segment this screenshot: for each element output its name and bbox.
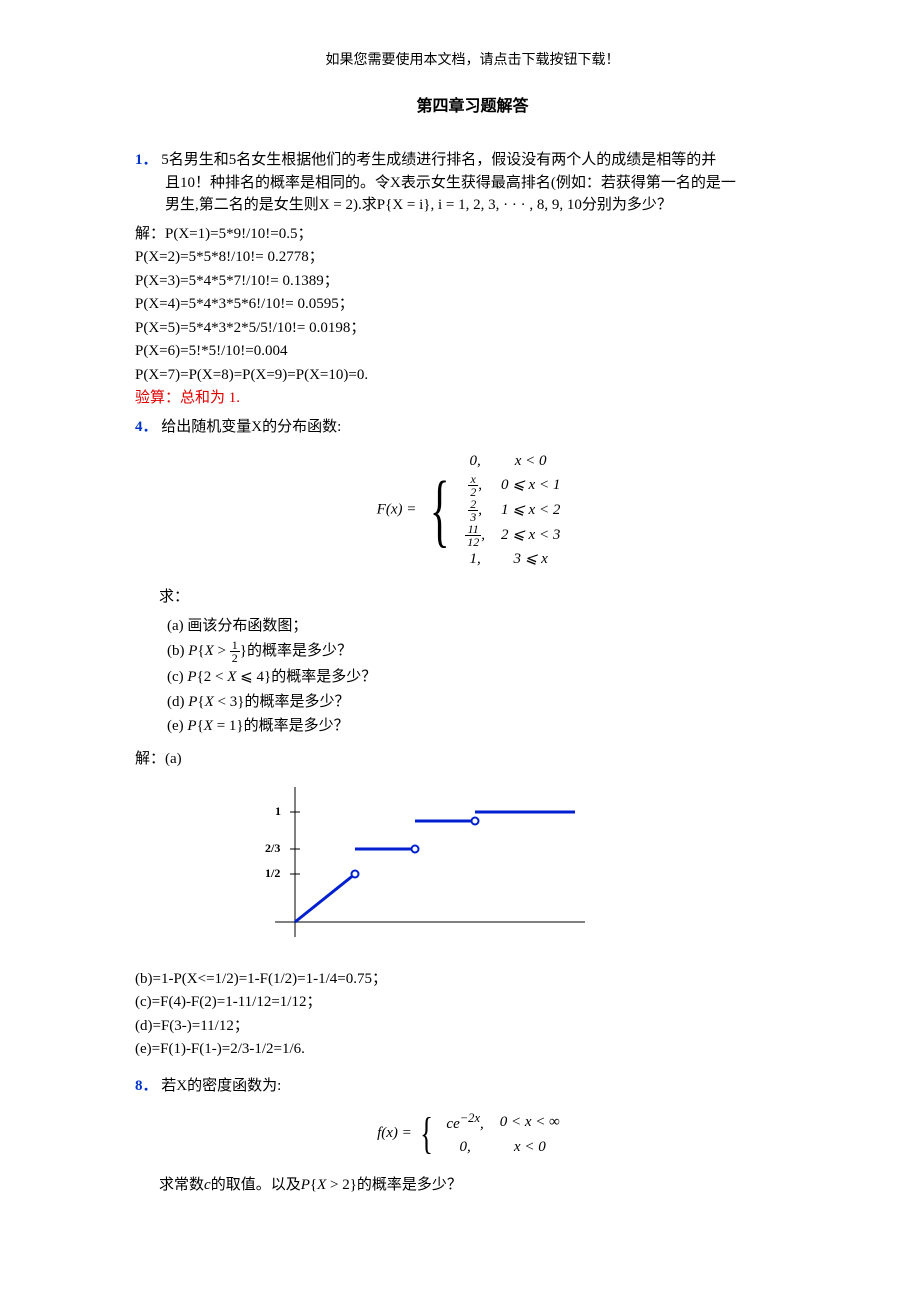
sub-item: (d) P{X < 3}的概率是多少？ <box>167 691 810 714</box>
solution-line: (b)=1-P(X<=1/2)=1-F(1/2)=1-1/4=0.75； <box>135 968 810 991</box>
solution-line: P(X=3)=5*4*5*7!/10!= 0.1389； <box>135 270 810 293</box>
solution-line: (d)=F(3-)=11/12； <box>135 1015 810 1038</box>
y-tick-label: 1 <box>275 804 281 818</box>
problem-1: 1． 5名男生和5名女生根据他们的考生成绩进行排名，假设没有两个人的成绩是相等的… <box>135 149 810 217</box>
solution-line: P(X=2)=5*5*8!/10!= 0.2778； <box>135 246 810 269</box>
problem-text-line: 5名男生和5名女生根据他们的考生成绩进行排名，假设没有两个人的成绩是相等的并 <box>161 152 716 168</box>
solution-line: (e)=F(1)-F(1-)=2/3-1/2=1/6. <box>135 1038 810 1061</box>
solution-line: P(X=7)=P(X=8)=P(X=9)=P(X=10)=0. <box>135 364 810 387</box>
solution-line: P(X=4)=5*4*3*5*6!/10!= 0.0595； <box>135 293 810 316</box>
y-tick-label: 1/2 <box>265 866 280 880</box>
problem-number: 8． <box>135 1078 158 1094</box>
header-note: 如果您需要使用本文档，请点击下载按钮下载！ <box>135 50 810 71</box>
sub-item: (a) 画该分布函数图； <box>167 615 810 638</box>
ask-label: 求： <box>159 586 810 609</box>
problem-text-line: 且10！种排名的概率是相同的。令X表示女生获得最高排名(例如：若获得第一名的是一 <box>165 175 736 191</box>
brace-icon: { <box>420 1112 433 1156</box>
problem-text-line: 给出随机变量X的分布函数: <box>161 419 341 435</box>
solution-line: P(X=6)=5!*5!/10!=0.004 <box>135 340 810 363</box>
function-label: f(x) = <box>377 1125 415 1141</box>
sub-item: (b) P{X > 12}的概率是多少？ <box>167 639 810 664</box>
page-title: 第四章习题解答 <box>135 95 810 119</box>
problem-number: 4． <box>135 419 158 435</box>
sub-questions: (a) 画该分布函数图； (b) P{X > 12}的概率是多少？ (c) P{… <box>167 615 810 738</box>
solution-line: 解：(a) <box>135 748 810 771</box>
problem-number: 1． <box>135 152 158 168</box>
function-label: F(x) = <box>377 501 420 517</box>
solution-line: (c)=F(4)-F(2)=1-11/12=1/12； <box>135 991 810 1014</box>
piecewise-table: 0,x < 0 x2,0 ⩽ x < 1 23,1 ⩽ x < 2 1112,2… <box>457 450 568 570</box>
verification-line: 验算：总和为 1. <box>135 387 810 410</box>
problem-text-line: 男生,第二名的是女生则X = 2).求P{X = i}, i = 1, 2, 3… <box>165 197 672 213</box>
solution-line: 解：P(X=1)=5*9!/10!=0.5； <box>135 223 810 246</box>
sub-item: (c) P{2 < X ⩽ 4}的概率是多少？ <box>167 666 810 689</box>
sub-item: (e) P{X = 1}的概率是多少？ <box>167 715 810 738</box>
brace-icon: { <box>430 469 450 551</box>
problem-text-line: 求常数c的取值。以及P{X > 2}的概率是多少？ <box>159 1174 810 1197</box>
problem-8: 8． 若X的密度函数为: <box>135 1075 810 1098</box>
function-definition: F(x) = { 0,x < 0 x2,0 ⩽ x < 1 23,1 ⩽ x <… <box>135 450 810 570</box>
problem-text-line: 若X的密度函数为: <box>161 1078 281 1094</box>
document-page: 如果您需要使用本文档，请点击下载按钮下载！ 第四章习题解答 1． 5名男生和5名… <box>0 0 920 1257</box>
problem-4: 4． 给出随机变量X的分布函数: <box>135 416 810 439</box>
solution-line: P(X=5)=5*4*3*2*5/5!/10!= 0.0198； <box>135 317 810 340</box>
piecewise-table: ce−2x,0 < x < ∞ 0,x < 0 <box>438 1109 567 1158</box>
cdf-plot: 1 2/3 1/2 <box>235 777 595 947</box>
y-tick-label: 2/3 <box>265 841 280 855</box>
function-definition: f(x) = { ce−2x,0 < x < ∞ 0,x < 0 <box>135 1109 810 1158</box>
